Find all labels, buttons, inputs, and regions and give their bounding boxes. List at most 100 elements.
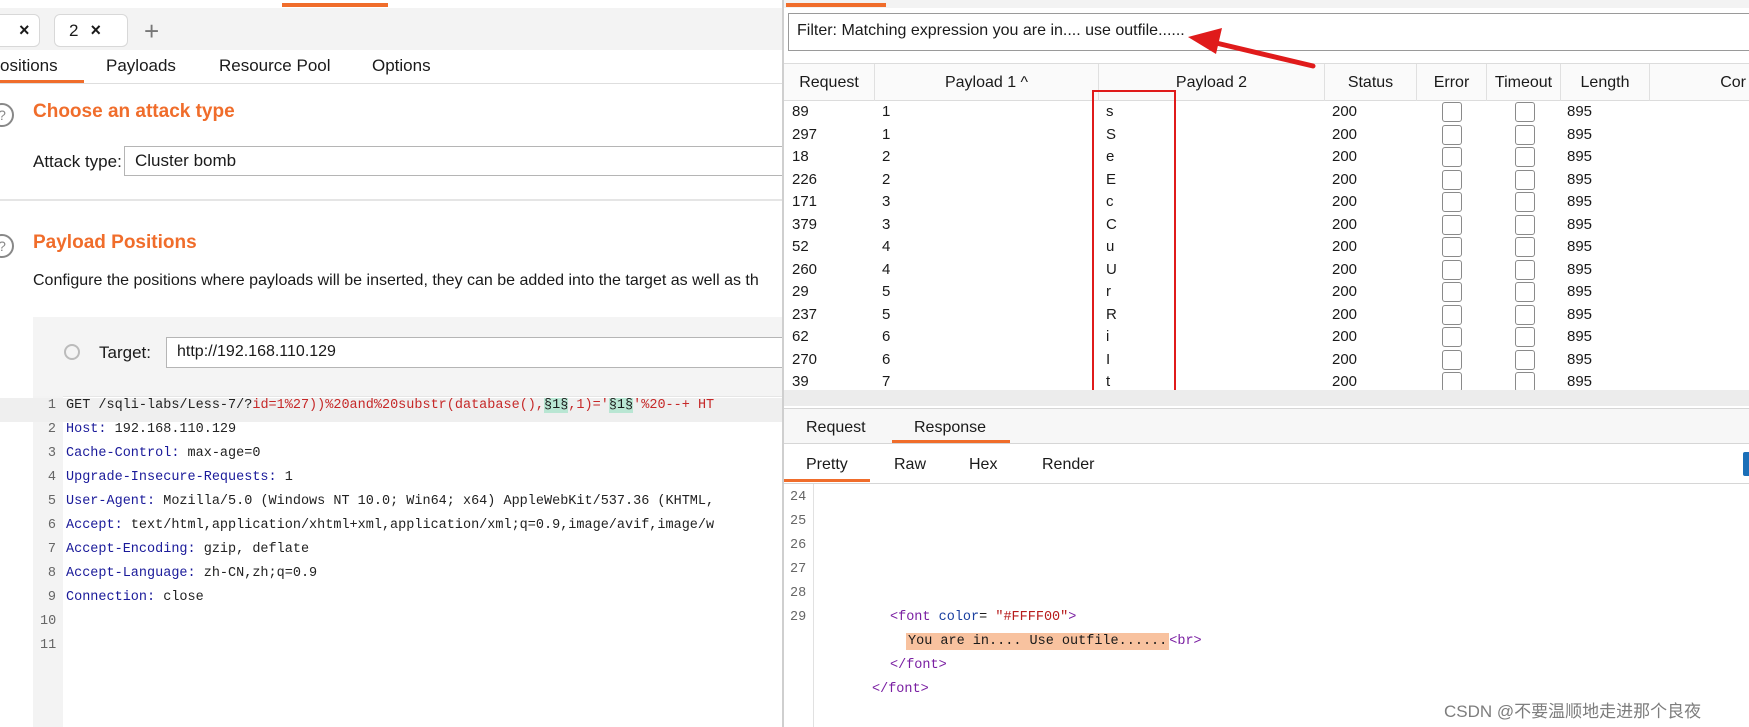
error-checkbox[interactable] — [1442, 327, 1462, 347]
line-text: Upgrade-Insecure-Requests: 1 — [66, 470, 293, 485]
target-input[interactable]: http://192.168.110.129 — [166, 337, 782, 368]
add-tab-icon[interactable]: + — [144, 16, 159, 47]
close-icon[interactable]: × — [19, 20, 30, 41]
error-checkbox[interactable] — [1442, 349, 1462, 370]
tab-pretty[interactable]: Pretty — [806, 456, 848, 474]
request-line: 11 — [0, 638, 782, 662]
results-table-header: Request Payload 1 ^ Payload 2 Status Err… — [784, 63, 1749, 101]
payload-marker: §1§ — [544, 398, 569, 413]
column-header-payload-2[interactable]: Payload 2 — [1099, 64, 1325, 101]
table-row[interactable]: 379 3 C 200 895 — [784, 214, 1749, 237]
inspector-toggle-icon[interactable] — [1743, 452, 1749, 476]
response-body-line: You are in.... Use outfile...... <br> — [906, 633, 1202, 650]
error-checkbox[interactable] — [1442, 147, 1462, 167]
cell-request: 62 — [792, 328, 809, 345]
error-checkbox[interactable] — [1442, 214, 1462, 235]
view-tab-underline — [784, 479, 870, 482]
subtab-active-underline — [0, 80, 84, 83]
error-checkbox[interactable] — [1442, 169, 1462, 190]
column-header-timeout[interactable]: Timeout — [1487, 64, 1561, 101]
tab-render[interactable]: Render — [1042, 456, 1094, 474]
cell-status: 200 — [1332, 305, 1358, 323]
line-number: 25 — [790, 514, 807, 529]
help-icon[interactable]: ? — [0, 234, 14, 258]
header-name: Host: — [66, 422, 107, 437]
intruder-tab-bar: × 2 × + — [0, 8, 782, 50]
column-header-payload-1[interactable]: Payload 1 ^ — [875, 64, 1099, 101]
timeout-checkbox[interactable] — [1515, 349, 1535, 370]
column-header-error[interactable]: Error — [1417, 64, 1487, 101]
cell-payload-2: S — [1106, 125, 1117, 143]
error-checkbox[interactable] — [1442, 124, 1462, 145]
tab-request[interactable]: Request — [806, 419, 866, 437]
tab-positions[interactable]: ositions — [0, 56, 58, 76]
table-row[interactable]: 237 5 R 200 895 — [784, 304, 1749, 327]
timeout-checkbox[interactable] — [1515, 124, 1535, 145]
help-icon[interactable]: ? — [0, 103, 14, 127]
cell-payload-1: 2 — [882, 170, 891, 188]
table-row[interactable]: 89 1 s 200 895 — [784, 101, 1749, 124]
error-checkbox[interactable] — [1442, 372, 1462, 392]
timeout-checkbox[interactable] — [1515, 169, 1535, 190]
column-header-status[interactable]: Status — [1325, 64, 1417, 101]
cell-request: 171 — [792, 193, 818, 210]
tab-response[interactable]: Response — [914, 419, 986, 437]
timeout-checkbox[interactable] — [1515, 147, 1535, 167]
results-table-scrollbar[interactable] — [784, 390, 1749, 406]
cell-status: 200 — [1332, 103, 1358, 120]
tab-raw[interactable]: Raw — [894, 456, 926, 474]
table-row[interactable]: 52 4 u 200 895 — [784, 236, 1749, 259]
table-row[interactable]: 270 6 I 200 895 — [784, 349, 1749, 372]
line-number: 6 — [47, 518, 56, 533]
timeout-checkbox[interactable] — [1515, 304, 1535, 325]
header-name: Upgrade-Insecure-Requests: — [66, 470, 277, 485]
table-row[interactable]: 260 4 U 200 895 — [784, 259, 1749, 282]
table-row[interactable]: 29 5 r 200 895 — [784, 281, 1749, 304]
error-checkbox[interactable] — [1442, 237, 1462, 257]
detail-tab-underline — [892, 440, 1010, 443]
active-tab-accent — [282, 3, 388, 7]
intruder-tab-2[interactable]: 2 × — [54, 14, 128, 47]
tab-hex[interactable]: Hex — [969, 456, 997, 474]
timeout-checkbox[interactable] — [1515, 372, 1535, 392]
font-open-tag: <font color= "#FFFF00"> — [890, 610, 1076, 625]
timeout-checkbox[interactable] — [1515, 237, 1535, 257]
line-text: Host: 192.168.110.129 — [66, 422, 236, 437]
timeout-checkbox[interactable] — [1515, 282, 1535, 302]
intruder-tab-1[interactable]: × — [0, 14, 40, 47]
timeout-checkbox[interactable] — [1515, 259, 1535, 280]
column-header-length[interactable]: Length — [1561, 64, 1650, 101]
table-row[interactable]: 297 1 S 200 895 — [784, 124, 1749, 147]
timeout-checkbox[interactable] — [1515, 102, 1535, 122]
header-value: Mozilla/5.0 (Windows NT 10.0; Win64; x64… — [155, 494, 715, 509]
timeout-checkbox[interactable] — [1515, 327, 1535, 347]
line-number: 10 — [40, 614, 57, 629]
error-checkbox[interactable] — [1442, 282, 1462, 302]
table-row[interactable]: 171 3 c 200 895 — [784, 191, 1749, 214]
attack-type-select[interactable]: Cluster bomb — [124, 146, 782, 176]
error-checkbox[interactable] — [1442, 102, 1462, 122]
line-number: 26 — [790, 538, 807, 553]
tab-resource-pool[interactable]: Resource Pool — [219, 56, 331, 76]
timeout-checkbox[interactable] — [1515, 192, 1535, 212]
request-line: 5 User-Agent: Mozilla/5.0 (Windows NT 10.… — [0, 494, 782, 518]
column-header-comment[interactable]: Cor — [1650, 64, 1749, 101]
error-checkbox[interactable] — [1442, 192, 1462, 212]
tab-options[interactable]: Options — [372, 56, 431, 76]
table-row[interactable]: 62 6 i 200 895 — [784, 326, 1749, 349]
cell-status: 200 — [1332, 260, 1358, 278]
table-row[interactable]: 226 2 E 200 895 — [784, 169, 1749, 192]
column-header-request[interactable]: Request — [784, 64, 875, 101]
header-value: close — [155, 590, 204, 605]
close-icon[interactable]: × — [90, 20, 101, 41]
line-text: Connection: close — [66, 590, 204, 605]
error-checkbox[interactable] — [1442, 259, 1462, 280]
response-font-close-tag: </font> — [890, 658, 947, 673]
error-checkbox[interactable] — [1442, 304, 1462, 325]
request-line: 9 Connection: close — [0, 590, 782, 614]
tab-payloads[interactable]: Payloads — [106, 56, 176, 76]
table-row[interactable]: 18 2 e 200 895 — [784, 146, 1749, 169]
results-filter-bar[interactable]: Filter: Matching expression you are in..… — [788, 13, 1749, 51]
timeout-checkbox[interactable] — [1515, 214, 1535, 235]
intruder-subtabs: ositions Payloads Resource Pool Options — [0, 50, 782, 84]
